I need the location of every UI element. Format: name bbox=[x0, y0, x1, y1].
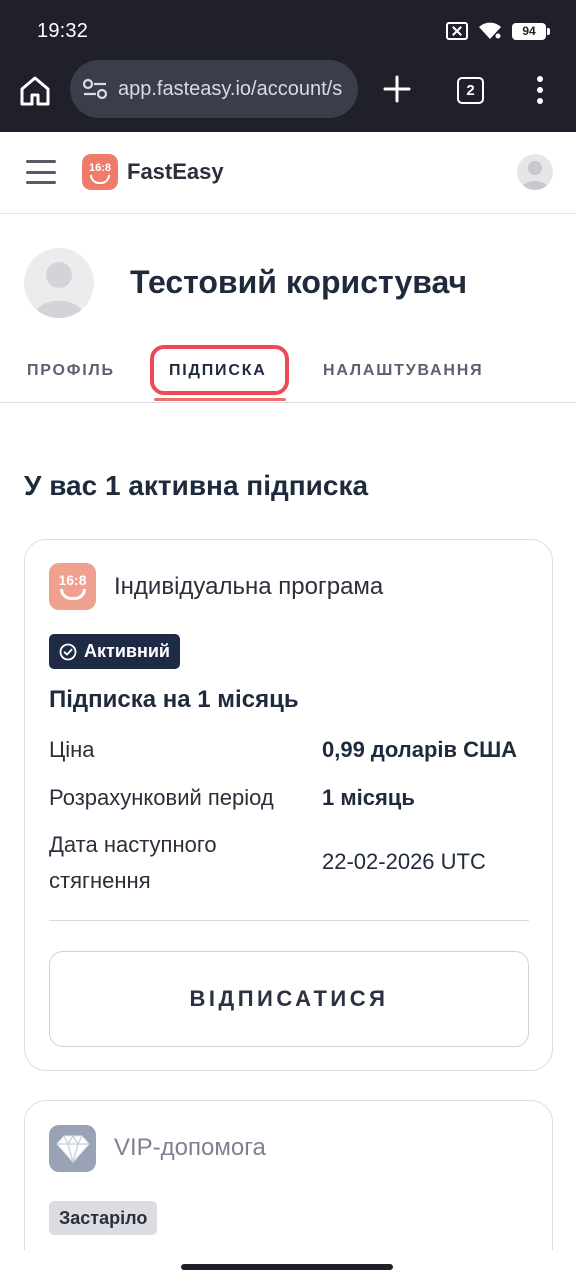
next-charge-value: 22-02-2026 UTC bbox=[322, 849, 486, 874]
hamburger-menu-icon[interactable] bbox=[26, 160, 56, 184]
url-text[interactable]: app.fasteasy.io/account/s bbox=[118, 78, 342, 101]
tab-switcher-button[interactable]: 2 bbox=[457, 77, 484, 104]
divider bbox=[49, 920, 529, 921]
diamond-icon bbox=[55, 1134, 90, 1164]
price-value: 0,99 доларів США bbox=[322, 737, 518, 762]
home-icon[interactable] bbox=[18, 74, 52, 108]
tab-profile[interactable]: ПРОФІЛЬ bbox=[27, 362, 115, 380]
url-bar[interactable]: app.fasteasy.io/account/s bbox=[70, 60, 358, 118]
vip-title: VIP-допомога bbox=[114, 1134, 266, 1161]
tab-settings[interactable]: НАЛАШТУВАННЯ bbox=[323, 362, 483, 380]
battery-icon: 94 bbox=[512, 22, 550, 40]
status-time: 19:32 bbox=[37, 20, 89, 42]
check-circle-icon bbox=[59, 643, 77, 660]
billing-period-label: Розрахунковий період bbox=[49, 785, 274, 810]
account-tabs: ПРОФІЛЬ ПІДПИСКА НАЛАШТУВАННЯ bbox=[0, 340, 576, 403]
status-badge-active: Активний bbox=[49, 634, 180, 669]
app-header: 16:8 FastEasy bbox=[0, 132, 576, 214]
no-sim-icon bbox=[446, 22, 468, 40]
new-tab-icon[interactable] bbox=[380, 72, 414, 106]
fasteasy-logo[interactable]: 16:8 bbox=[82, 154, 118, 190]
site-settings-icon[interactable] bbox=[82, 78, 108, 100]
subscriptions-heading: У вас 1 активна підписка bbox=[24, 470, 369, 501]
status-icons: 94 bbox=[446, 22, 550, 40]
active-tab-indicator bbox=[154, 398, 286, 401]
subscription-card: 16:8 Індивідуальна програма Активний Під… bbox=[24, 539, 553, 1071]
price-label: Ціна bbox=[49, 737, 95, 762]
browser-menu-icon[interactable] bbox=[536, 76, 544, 104]
unsubscribe-button[interactable]: ВІДПИСАТИСЯ bbox=[49, 951, 529, 1047]
billing-period-value: 1 місяць bbox=[322, 785, 415, 810]
gesture-home-indicator[interactable] bbox=[181, 1264, 393, 1270]
status-badge-expired: Застаріло bbox=[49, 1201, 158, 1235]
brand-name[interactable]: FastEasy bbox=[127, 159, 224, 185]
tab-subscription[interactable]: ПІДПИСКА bbox=[169, 362, 267, 380]
vip-logo bbox=[49, 1125, 96, 1172]
user-silhouette-icon bbox=[521, 161, 549, 190]
plan-title: Підписка на 1 місяць bbox=[49, 686, 299, 713]
program-logo: 16:8 bbox=[49, 563, 96, 610]
header-avatar[interactable] bbox=[517, 154, 553, 190]
subscription-title: Індивідуальна програма bbox=[114, 573, 384, 600]
browser-chrome: 19:32 94 app.fasteasy.io/account/s 2 bbox=[0, 0, 576, 132]
profile-avatar bbox=[24, 248, 94, 318]
user-silhouette-icon bbox=[33, 262, 85, 318]
user-name: Тестовий користувач bbox=[130, 264, 468, 300]
next-charge-label: Дата наступного стягнення bbox=[49, 832, 217, 893]
wifi-icon bbox=[479, 22, 501, 39]
